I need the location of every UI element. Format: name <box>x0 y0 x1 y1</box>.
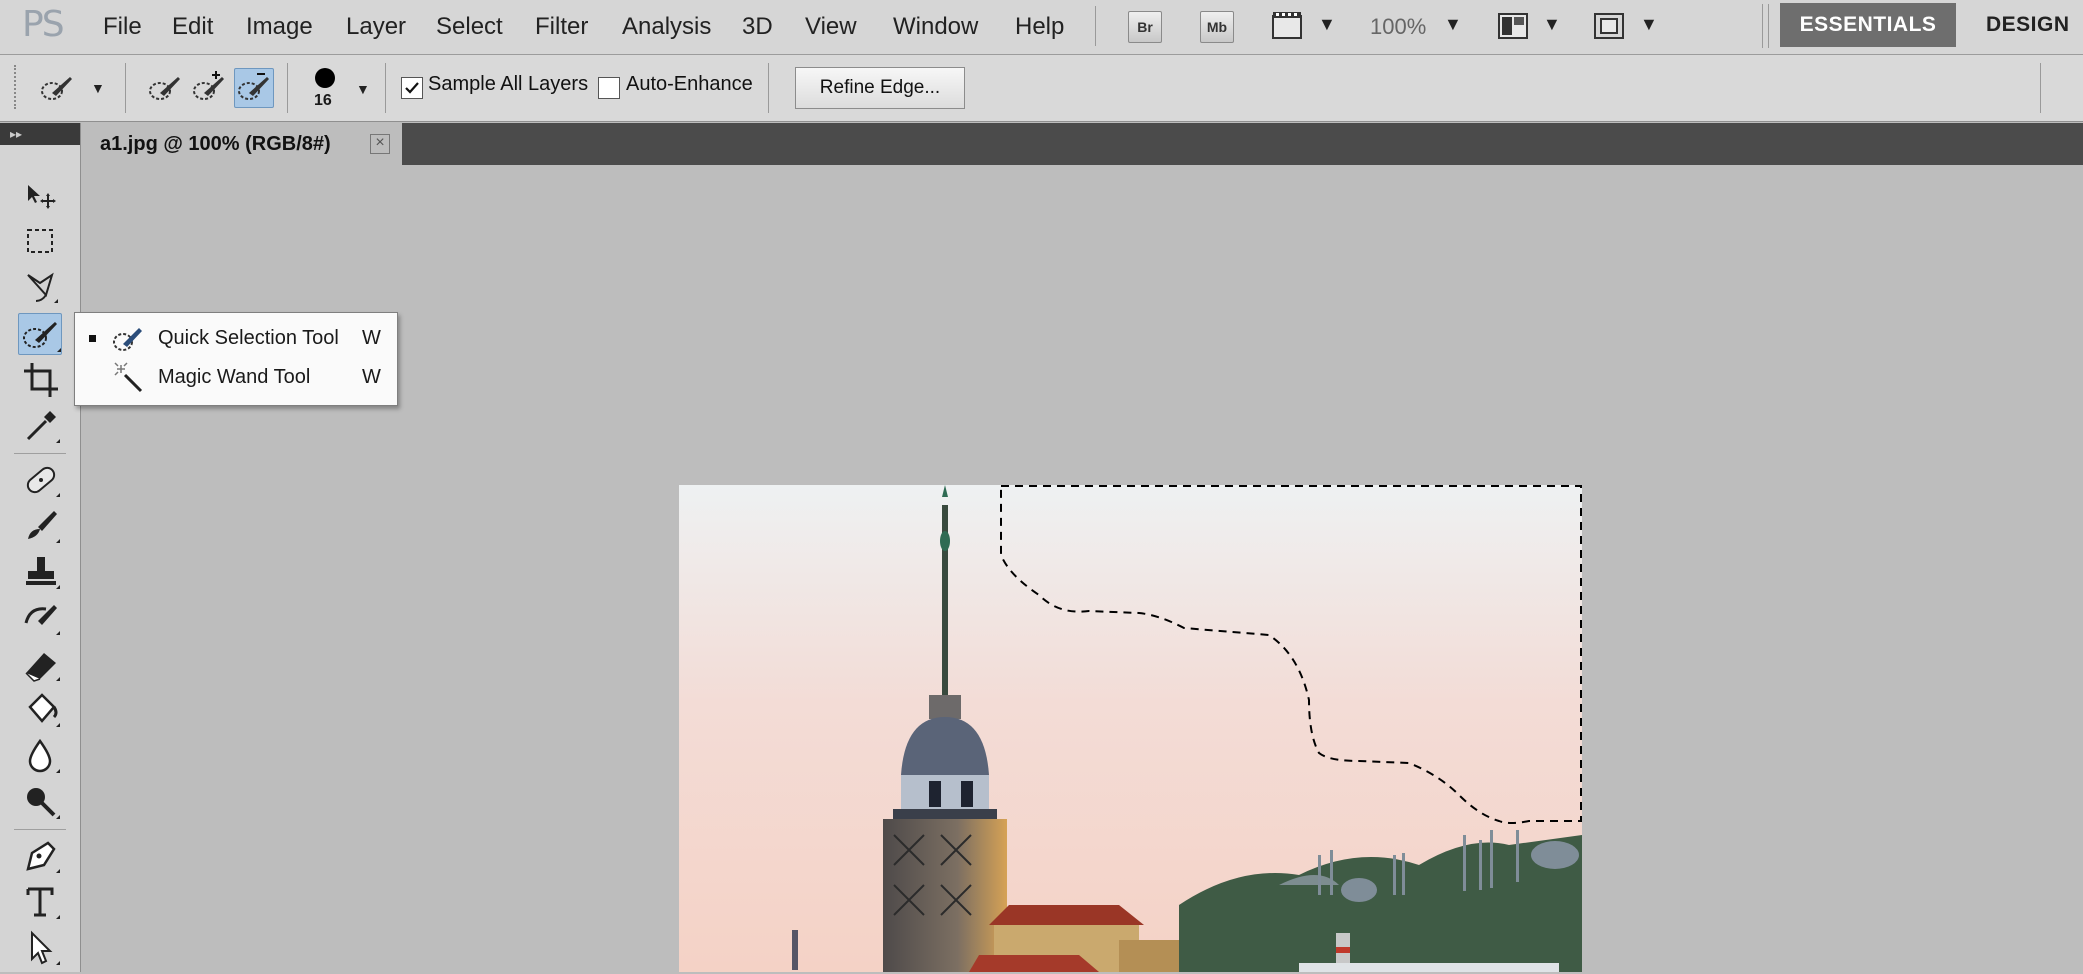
menu-select[interactable]: Select <box>436 8 503 46</box>
marquee-icon[interactable] <box>18 221 62 263</box>
zoom-level[interactable]: 100% <box>1370 8 1426 46</box>
healing-icon[interactable] <box>18 459 62 501</box>
path-selection-icon[interactable] <box>18 927 62 969</box>
brush-icon[interactable] <box>18 505 62 547</box>
chevron-down-icon[interactable]: ▼ <box>1444 14 1462 35</box>
auto-enhance-checkbox[interactable] <box>598 77 620 99</box>
menu-analysis[interactable]: Analysis <box>622 8 711 46</box>
brush-size[interactable]: 16 <box>314 92 332 110</box>
workspace-design[interactable]: DESIGN <box>1986 3 2070 47</box>
menu-layer[interactable]: Layer <box>346 8 406 46</box>
move-icon[interactable] <box>18 175 62 217</box>
menu-image[interactable]: Image <box>246 8 313 46</box>
arrange-documents-icon[interactable] <box>1497 10 1531 42</box>
crop-icon[interactable] <box>18 359 62 401</box>
document-tab[interactable]: a1.jpg @ 100% (RGB/8#) × <box>82 123 402 165</box>
bridge-button[interactable]: Br <box>1128 11 1162 43</box>
flyout-item-label: Magic Wand Tool <box>158 366 311 388</box>
sample-all-layers-checkbox[interactable] <box>401 77 423 99</box>
refine-edge-button[interactable]: Refine Edge... <box>795 67 965 109</box>
auto-enhance-label: Auto-Enhance <box>626 73 753 95</box>
flyout-item-magic-wand[interactable]: Magic Wand Tool W <box>75 358 397 396</box>
view-extras-icon[interactable] <box>1271 10 1305 42</box>
sample-all-layers-label: Sample All Layers <box>428 73 589 95</box>
menu-file[interactable]: File <box>103 8 142 46</box>
workspace-divider <box>1762 4 1763 48</box>
options-divider <box>287 63 288 113</box>
menu-bar: PS File Edit Image Layer Select Filter A… <box>0 0 2083 55</box>
chevron-down-icon[interactable]: ▼ <box>1543 14 1561 35</box>
screen-mode-icon[interactable] <box>1593 10 1627 42</box>
type-icon[interactable] <box>18 881 62 923</box>
flyout-item-shortcut: W <box>362 366 381 388</box>
quick-selection-preset-icon[interactable] <box>38 69 76 107</box>
magic-wand-icon <box>111 361 145 393</box>
workspace-divider <box>1768 4 1769 48</box>
subtract-from-selection-icon[interactable] <box>234 68 274 108</box>
options-divider <box>768 63 769 113</box>
menu-3d[interactable]: 3D <box>742 8 773 46</box>
history-brush-icon[interactable] <box>18 597 62 639</box>
document-tab-title: a1.jpg @ 100% (RGB/8#) <box>100 133 331 155</box>
chevron-down-icon[interactable]: ▼ <box>1318 14 1336 35</box>
tool-flyout-menu: Quick Selection Tool W Magic Wand Tool W <box>74 312 398 406</box>
photoshop-logo: PS <box>22 4 65 45</box>
chevron-down-icon[interactable]: ▼ <box>356 81 370 97</box>
tools-panel-collapse[interactable]: ▸▸ <box>0 123 80 145</box>
menu-window[interactable]: Window <box>893 8 978 46</box>
stamp-icon[interactable] <box>18 551 62 593</box>
tools-panel: ▸▸ <box>0 123 81 972</box>
mini-bridge-button[interactable]: Mb <box>1200 11 1234 43</box>
flyout-item-quick-selection[interactable]: Quick Selection Tool W <box>75 319 397 357</box>
menu-filter[interactable]: Filter <box>535 8 588 46</box>
quick-selection-icon[interactable] <box>18 313 62 355</box>
grip-handle[interactable] <box>14 65 20 109</box>
lasso-icon[interactable] <box>18 267 62 309</box>
close-icon[interactable]: × <box>370 134 390 154</box>
brush-preview-icon[interactable] <box>315 68 335 88</box>
new-selection-icon[interactable] <box>146 69 184 107</box>
options-divider <box>385 63 386 113</box>
options-divider <box>125 63 126 113</box>
quick-selection-icon <box>111 322 145 354</box>
selection-marquee <box>1000 485 1582 824</box>
flyout-item-shortcut: W <box>362 327 381 349</box>
menu-edit[interactable]: Edit <box>172 8 213 46</box>
pen-icon[interactable] <box>18 835 62 877</box>
options-bar: ▼ 16 ▼ <box>0 55 2083 122</box>
selected-bullet-icon <box>89 335 96 342</box>
blur-icon[interactable] <box>18 735 62 777</box>
flyout-item-label: Quick Selection Tool <box>158 327 339 349</box>
eyedropper-icon[interactable] <box>18 405 62 447</box>
dodge-icon[interactable] <box>18 781 62 823</box>
tools-divider <box>14 453 66 454</box>
workspace-essentials[interactable]: ESSENTIALS <box>1780 3 1956 47</box>
chevron-down-icon[interactable]: ▼ <box>1640 14 1658 35</box>
add-to-selection-icon[interactable] <box>190 69 228 107</box>
tools-divider <box>14 829 66 830</box>
menu-divider <box>1095 6 1096 46</box>
options-divider <box>2040 63 2041 113</box>
chevron-down-icon[interactable]: ▼ <box>91 80 105 96</box>
menu-help[interactable]: Help <box>1015 8 1064 46</box>
menu-view[interactable]: View <box>805 8 857 46</box>
paint-bucket-icon[interactable] <box>18 689 62 731</box>
eraser-icon[interactable] <box>18 643 62 685</box>
document-canvas-image[interactable] <box>679 485 1582 972</box>
